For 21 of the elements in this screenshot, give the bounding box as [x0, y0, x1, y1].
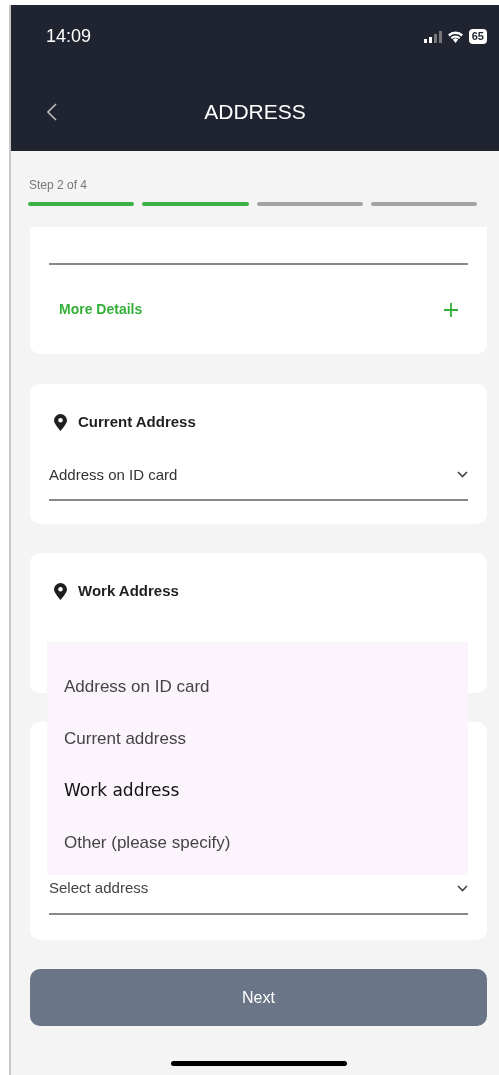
location-pin-icon — [54, 582, 67, 600]
next-button[interactable]: Next — [30, 969, 487, 1026]
back-icon[interactable] — [47, 102, 57, 121]
section-title: Work Address — [78, 581, 179, 601]
dropdown-option[interactable]: Address on ID card — [47, 661, 468, 713]
status-time: 14:09 — [46, 25, 92, 48]
plus-icon[interactable] — [444, 302, 458, 317]
signal-icon — [423, 30, 442, 43]
step-label: Step 2 of 4 — [29, 177, 89, 193]
section-title: Current Address — [78, 412, 196, 432]
chevron-down-icon — [457, 471, 468, 479]
screen-title: ADDRESS — [204, 99, 306, 125]
wifi-icon — [446, 30, 464, 43]
dropdown-option[interactable]: Work address — [47, 765, 468, 817]
chevron-down-icon — [457, 884, 468, 892]
address-select[interactable]: Address on ID card — [49, 463, 468, 501]
dropdown-option[interactable]: Current address — [47, 713, 468, 765]
dropdown-option[interactable]: Other (please specify) — [47, 817, 468, 869]
location-pin-icon — [54, 413, 67, 431]
address-select[interactable]: Select address — [49, 877, 468, 915]
battery-level: 65 — [468, 29, 487, 44]
